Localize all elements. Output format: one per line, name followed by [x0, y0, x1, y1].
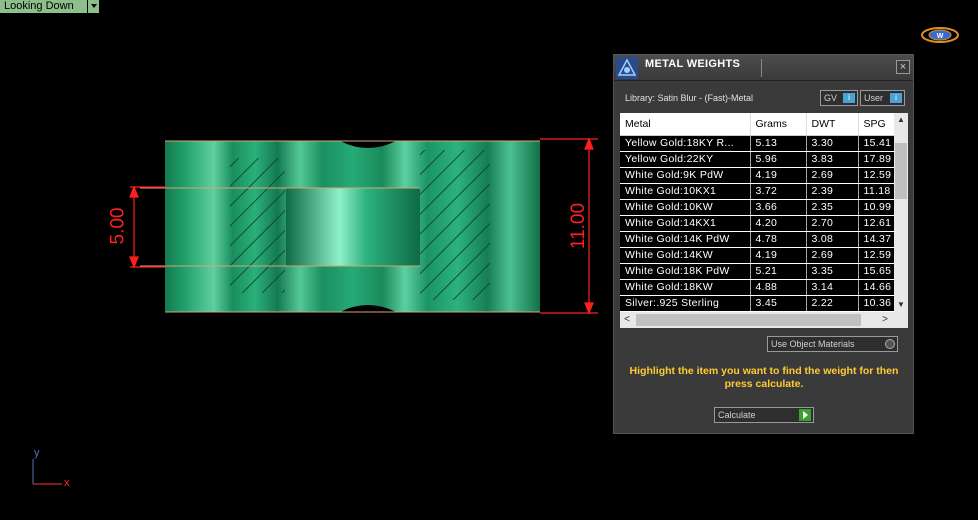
spg-cell: 17.89 — [858, 151, 895, 168]
ring-inner-slot — [286, 188, 420, 266]
table-row[interactable]: White Gold:10KW 3.66 2.35 10.99 — [620, 199, 895, 216]
vertical-scrollbar[interactable]: ▲ ▼ — [894, 113, 908, 312]
column-header-metal[interactable]: Metal — [620, 113, 751, 136]
grams-cell: 3.66 — [750, 199, 807, 216]
axis-x-label: x — [64, 477, 70, 489]
gv-toggle[interactable]: GV i — [820, 90, 858, 106]
scroll-down-icon[interactable]: ▼ — [894, 299, 908, 311]
scroll-right-icon[interactable]: > — [878, 312, 892, 328]
hatch-left — [230, 158, 285, 293]
axis-gizmo — [32, 459, 62, 485]
spg-cell: 10.99 — [858, 199, 895, 216]
metal-cell: White Gold:14KW — [620, 247, 751, 264]
dwt-cell: 3.83 — [806, 151, 859, 168]
grams-cell: 4.78 — [750, 231, 807, 248]
horizontal-scroll-thumb[interactable] — [636, 314, 861, 326]
panel-title: METAL WEIGHTS — [645, 58, 741, 70]
spg-cell: 12.61 — [858, 215, 895, 232]
logo-icon: W — [921, 27, 959, 43]
play-icon — [799, 409, 811, 421]
scroll-up-icon[interactable]: ▲ — [894, 114, 908, 126]
dwt-cell: 2.69 — [806, 247, 859, 264]
dwt-cell: 2.35 — [806, 199, 859, 216]
metal-cell: White Gold:10KX1 — [620, 183, 751, 200]
close-button[interactable]: × — [896, 60, 910, 74]
use-object-materials-label: Use Object Materials — [771, 339, 855, 349]
info-icon: i — [890, 93, 902, 103]
vertical-scroll-thumb[interactable] — [895, 143, 907, 199]
table-row[interactable]: White Gold:14K PdW 4.78 3.08 14.37 — [620, 231, 895, 248]
calculate-label: Calculate — [718, 410, 756, 420]
grams-cell: 5.21 — [750, 263, 807, 280]
grams-cell: 4.20 — [750, 215, 807, 232]
metal-cell: White Gold:14K PdW — [620, 231, 751, 248]
grams-cell: 3.45 — [750, 295, 807, 312]
table-row[interactable]: Silver:.925 Sterling 3.45 2.22 10.36 — [620, 295, 895, 312]
user-toggle-label: User — [864, 93, 884, 103]
metal-cell: White Gold:18KW — [620, 279, 751, 296]
metal-weights-panel: METAL WEIGHTS × Library: Satin Blur - (F… — [613, 54, 914, 434]
table-row[interactable]: White Gold:14KW 4.19 2.69 12.59 — [620, 247, 895, 264]
dwt-cell: 3.35 — [806, 263, 859, 280]
dwt-cell: 3.08 — [806, 231, 859, 248]
table-row[interactable]: White Gold:18K PdW 5.21 3.35 15.65 — [620, 263, 895, 280]
spg-cell: 12.59 — [858, 247, 895, 264]
dwt-cell: 2.39 — [806, 183, 859, 200]
table-row[interactable]: Yellow Gold:18KY R... 5.13 3.30 15.41 — [620, 135, 895, 152]
dwt-cell: 2.22 — [806, 295, 859, 312]
dwt-cell: 2.70 — [806, 215, 859, 232]
spg-cell: 11.18 — [858, 183, 895, 200]
table-row[interactable]: White Gold:9K PdW 4.19 2.69 12.59 — [620, 167, 895, 184]
metal-table[interactable]: Metal Grams DWT SPG Yellow Gold:18KY R..… — [620, 113, 908, 328]
table-row[interactable]: Yellow Gold:22KY 5.96 3.83 17.89 — [620, 151, 895, 168]
dimension-inner — [129, 185, 165, 269]
column-header-spg[interactable]: SPG — [858, 113, 895, 136]
grams-cell: 5.13 — [750, 135, 807, 152]
grams-cell: 4.19 — [750, 247, 807, 264]
info-icon: i — [843, 93, 855, 103]
spg-cell: 14.37 — [858, 231, 895, 248]
grams-cell: 3.72 — [750, 183, 807, 200]
grams-cell: 5.96 — [750, 151, 807, 168]
svg-text:W: W — [937, 33, 944, 40]
metal-cell: Silver:.925 Sterling — [620, 295, 751, 312]
radio-icon — [885, 339, 895, 349]
table-row[interactable]: White Gold:18KW 4.88 3.14 14.66 — [620, 279, 895, 296]
dimension-inner-label: 5.00 — [107, 207, 129, 245]
grams-cell: 4.88 — [750, 279, 807, 296]
rhino-logo-icon — [616, 57, 638, 79]
metal-cell: White Gold:9K PdW — [620, 167, 751, 184]
column-header-dwt[interactable]: DWT — [806, 113, 859, 136]
spg-cell: 15.41 — [858, 135, 895, 152]
grams-cell: 4.19 — [750, 167, 807, 184]
library-label: Library: Satin Blur - (Fast)-Metal — [625, 93, 754, 103]
user-toggle[interactable]: User i — [860, 90, 905, 106]
dwt-cell: 3.30 — [806, 135, 859, 152]
table-row[interactable]: White Gold:14KX1 4.20 2.70 12.61 — [620, 215, 895, 232]
spg-cell: 15.65 — [858, 263, 895, 280]
gv-toggle-label: GV — [824, 93, 838, 103]
panel-titlebar[interactable]: METAL WEIGHTS × — [614, 55, 913, 81]
horizontal-scrollbar[interactable]: < > — [620, 312, 908, 328]
metal-cell: White Gold:10KW — [620, 199, 751, 216]
dwt-cell: 2.69 — [806, 167, 859, 184]
hatch-right — [420, 150, 490, 300]
table-row[interactable]: White Gold:10KX1 3.72 2.39 11.18 — [620, 183, 895, 200]
spg-cell: 10.36 — [858, 295, 895, 312]
column-header-grams[interactable]: Grams — [750, 113, 807, 136]
metal-cell: White Gold:14KX1 — [620, 215, 751, 232]
axis-y-label: y — [34, 447, 40, 459]
metal-cell: Yellow Gold:22KY — [620, 151, 751, 168]
metal-cell: White Gold:18K PdW — [620, 263, 751, 280]
use-object-materials-toggle[interactable]: Use Object Materials — [767, 336, 898, 352]
instructions-text: Highlight the item you want to find the … — [629, 365, 899, 390]
spg-cell: 14.66 — [858, 279, 895, 296]
metal-cell: Yellow Gold:18KY R... — [620, 135, 751, 152]
title-separator — [761, 59, 762, 77]
scroll-left-icon[interactable]: < — [620, 312, 634, 328]
calculate-button[interactable]: Calculate — [714, 407, 814, 423]
dwt-cell: 3.14 — [806, 279, 859, 296]
dimension-outer-label: 11.00 — [568, 202, 590, 250]
spg-cell: 12.59 — [858, 167, 895, 184]
